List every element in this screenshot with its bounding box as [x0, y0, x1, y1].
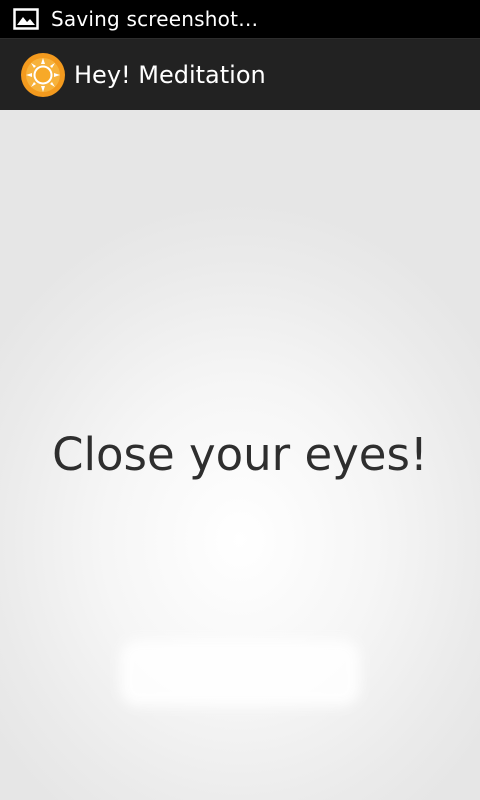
app-title: Hey! Meditation	[74, 60, 266, 89]
action-bar: Hey! Meditation	[0, 38, 480, 110]
image-icon	[13, 8, 39, 30]
background-glow	[120, 640, 360, 706]
meditation-message: Close your eyes!	[52, 428, 428, 481]
status-bar: Saving screenshot…	[0, 0, 480, 38]
sun-icon[interactable]	[20, 52, 66, 98]
status-notification-text: Saving screenshot…	[51, 7, 259, 31]
meditation-content: Close your eyes!	[0, 110, 480, 800]
screen: Saving screenshot… Hey! Meditation Close…	[0, 0, 480, 800]
